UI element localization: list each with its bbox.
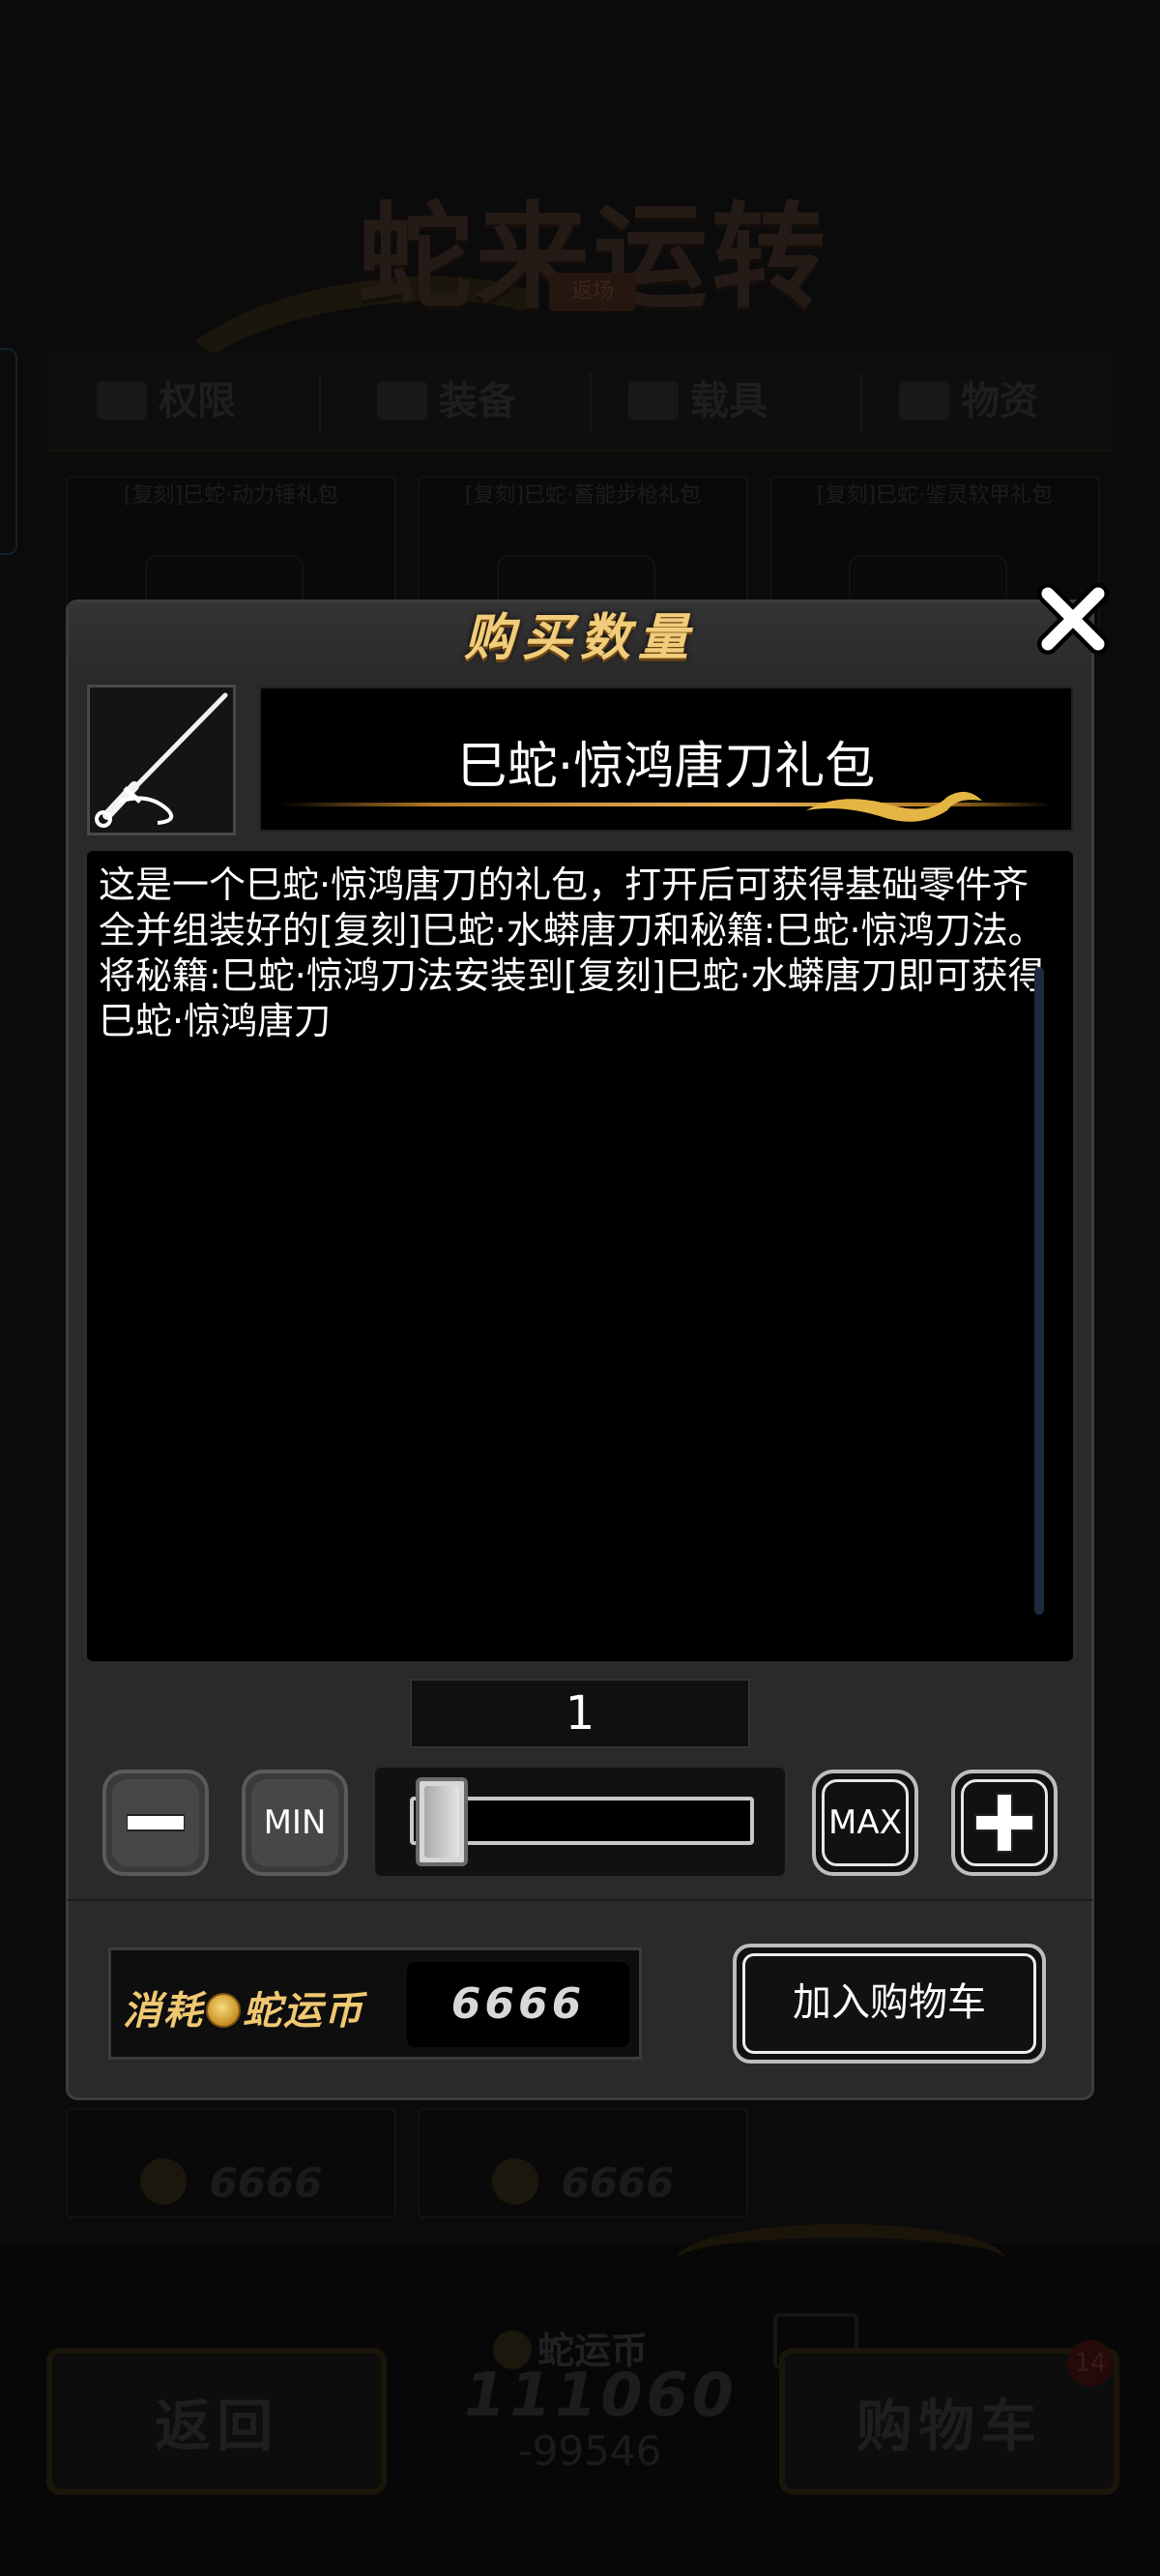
snake-decoration	[806, 791, 982, 822]
item-description: 这是一个巳蛇·惊鸿唐刀的礼包，打开后可获得基础零件齐全并组装好的[复刻]巳蛇·水…	[99, 864, 1045, 1042]
min-button[interactable]: MIN	[242, 1770, 348, 1876]
quantity-slider[interactable]	[375, 1768, 785, 1876]
decrease-button[interactable]	[102, 1770, 209, 1876]
item-icon-frame	[87, 685, 236, 835]
section-divider	[68, 1899, 1092, 1901]
item-description-box[interactable]: 这是一个巳蛇·惊鸿唐刀的礼包，打开后可获得基础零件齐全并组装好的[复刻]巳蛇·水…	[87, 851, 1073, 1661]
close-icon	[1037, 583, 1109, 655]
increase-button[interactable]	[951, 1770, 1058, 1876]
minus-icon	[127, 1814, 185, 1831]
cost-label: 消耗 蛇运币	[123, 1989, 364, 2034]
max-button[interactable]: MAX	[812, 1770, 918, 1876]
katana-icon	[95, 692, 228, 828]
plus-icon	[974, 1793, 1034, 1853]
close-button[interactable]	[1032, 578, 1114, 659]
item-name-banner: 巳蛇·惊鸿唐刀礼包	[259, 687, 1073, 832]
add-to-cart-button[interactable]: 加入购物车	[733, 1944, 1046, 2064]
coin-icon	[206, 1993, 241, 2028]
slider-thumb[interactable]	[416, 1777, 468, 1866]
dialog-title: 购买数量	[69, 602, 1091, 674]
cost-value: 6666	[407, 1962, 629, 2047]
quantity-display[interactable]: 1	[410, 1679, 750, 1748]
cost-panel: 消耗 蛇运币 6666	[108, 1947, 642, 2060]
description-scrollbar[interactable]	[1034, 967, 1044, 1615]
